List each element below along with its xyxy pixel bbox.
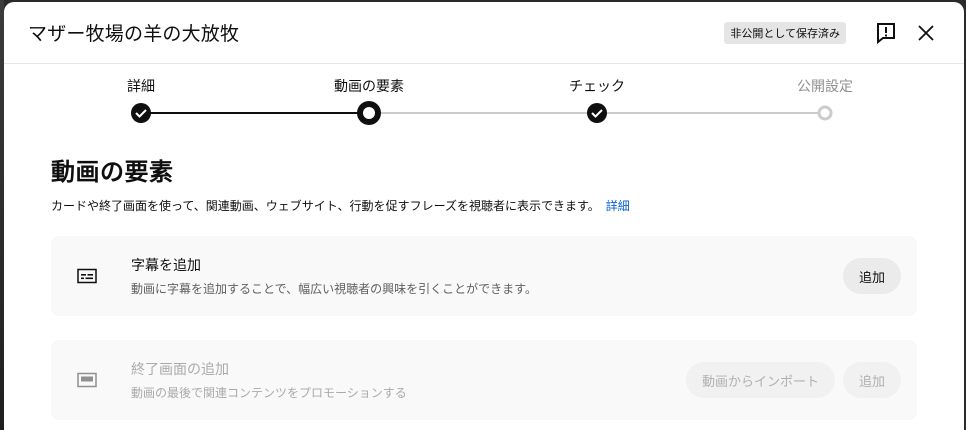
- upload-dialog: マザー牧場の羊の大放牧 非公開として保存済み 詳細 動画の要素 チェック 公開設…: [4, 2, 964, 430]
- description-text: カードや終了画面を使って、関連動画、ウェブサイト、行動を促すフレーズを視聴者に表…: [51, 199, 600, 213]
- close-icon: [918, 24, 934, 41]
- step-dot-details[interactable]: [131, 103, 151, 123]
- dialog-header: マザー牧場の羊の大放牧 非公開として保存済み: [4, 2, 964, 64]
- page-title: 動画の要素: [51, 158, 174, 186]
- import-from-video-button[interactable]: 動画からインポート: [685, 362, 835, 398]
- step-dot-video-elements[interactable]: [357, 101, 381, 125]
- close-button[interactable]: [910, 17, 942, 49]
- subtitles-card-title: 字幕を追加: [131, 258, 201, 274]
- step-dot-checks[interactable]: [587, 103, 607, 123]
- status-badge: 非公開として保存済み: [724, 21, 846, 44]
- end-screen-card-title: 終了画面の追加: [131, 362, 229, 378]
- progress-stepper: 詳細 動画の要素 チェック 公開設定: [4, 64, 964, 134]
- stepper-track: [131, 101, 833, 125]
- end-screen-icon: [75, 368, 99, 392]
- step-dot-visibility[interactable]: [817, 105, 833, 121]
- end-screen-card-text: 終了画面の追加 動画の最後で関連コンテンツをプロモーションする: [131, 359, 678, 401]
- end-screen-card-subtitle: 動画の最後で関連コンテンツをプロモーションする: [131, 386, 407, 400]
- subtitles-card-text: 字幕を追加 動画に字幕を追加することで、幅広い視聴者の興味を引くことができます。: [131, 255, 835, 297]
- end-screen-card: 終了画面の追加 動画の最後で関連コンテンツをプロモーションする 動画からインポー…: [51, 340, 917, 420]
- feedback-button[interactable]: [870, 17, 902, 49]
- add-subtitles-button[interactable]: 追加: [842, 258, 901, 294]
- add-end-screen-button[interactable]: 追加: [842, 362, 901, 398]
- main-content: 動画の要素 カードや終了画面を使って、関連動画、ウェブサイト、行動を促すフレーズ…: [4, 152, 964, 420]
- subtitles-icon: [75, 264, 99, 288]
- section-description: カードや終了画面を使って、関連動画、ウェブサイト、行動を促すフレーズを視聴者に表…: [51, 197, 917, 214]
- subtitles-card: 字幕を追加 動画に字幕を追加することで、幅広い視聴者の興味を引くことができます。…: [51, 236, 917, 316]
- learn-more-link[interactable]: 詳細: [606, 199, 630, 213]
- feedback-icon: [877, 22, 895, 44]
- dialog-title: マザー牧場の羊の大放牧: [28, 23, 240, 45]
- subtitles-card-subtitle: 動画に字幕を追加することで、幅広い視聴者の興味を引くことができます。: [131, 282, 537, 296]
